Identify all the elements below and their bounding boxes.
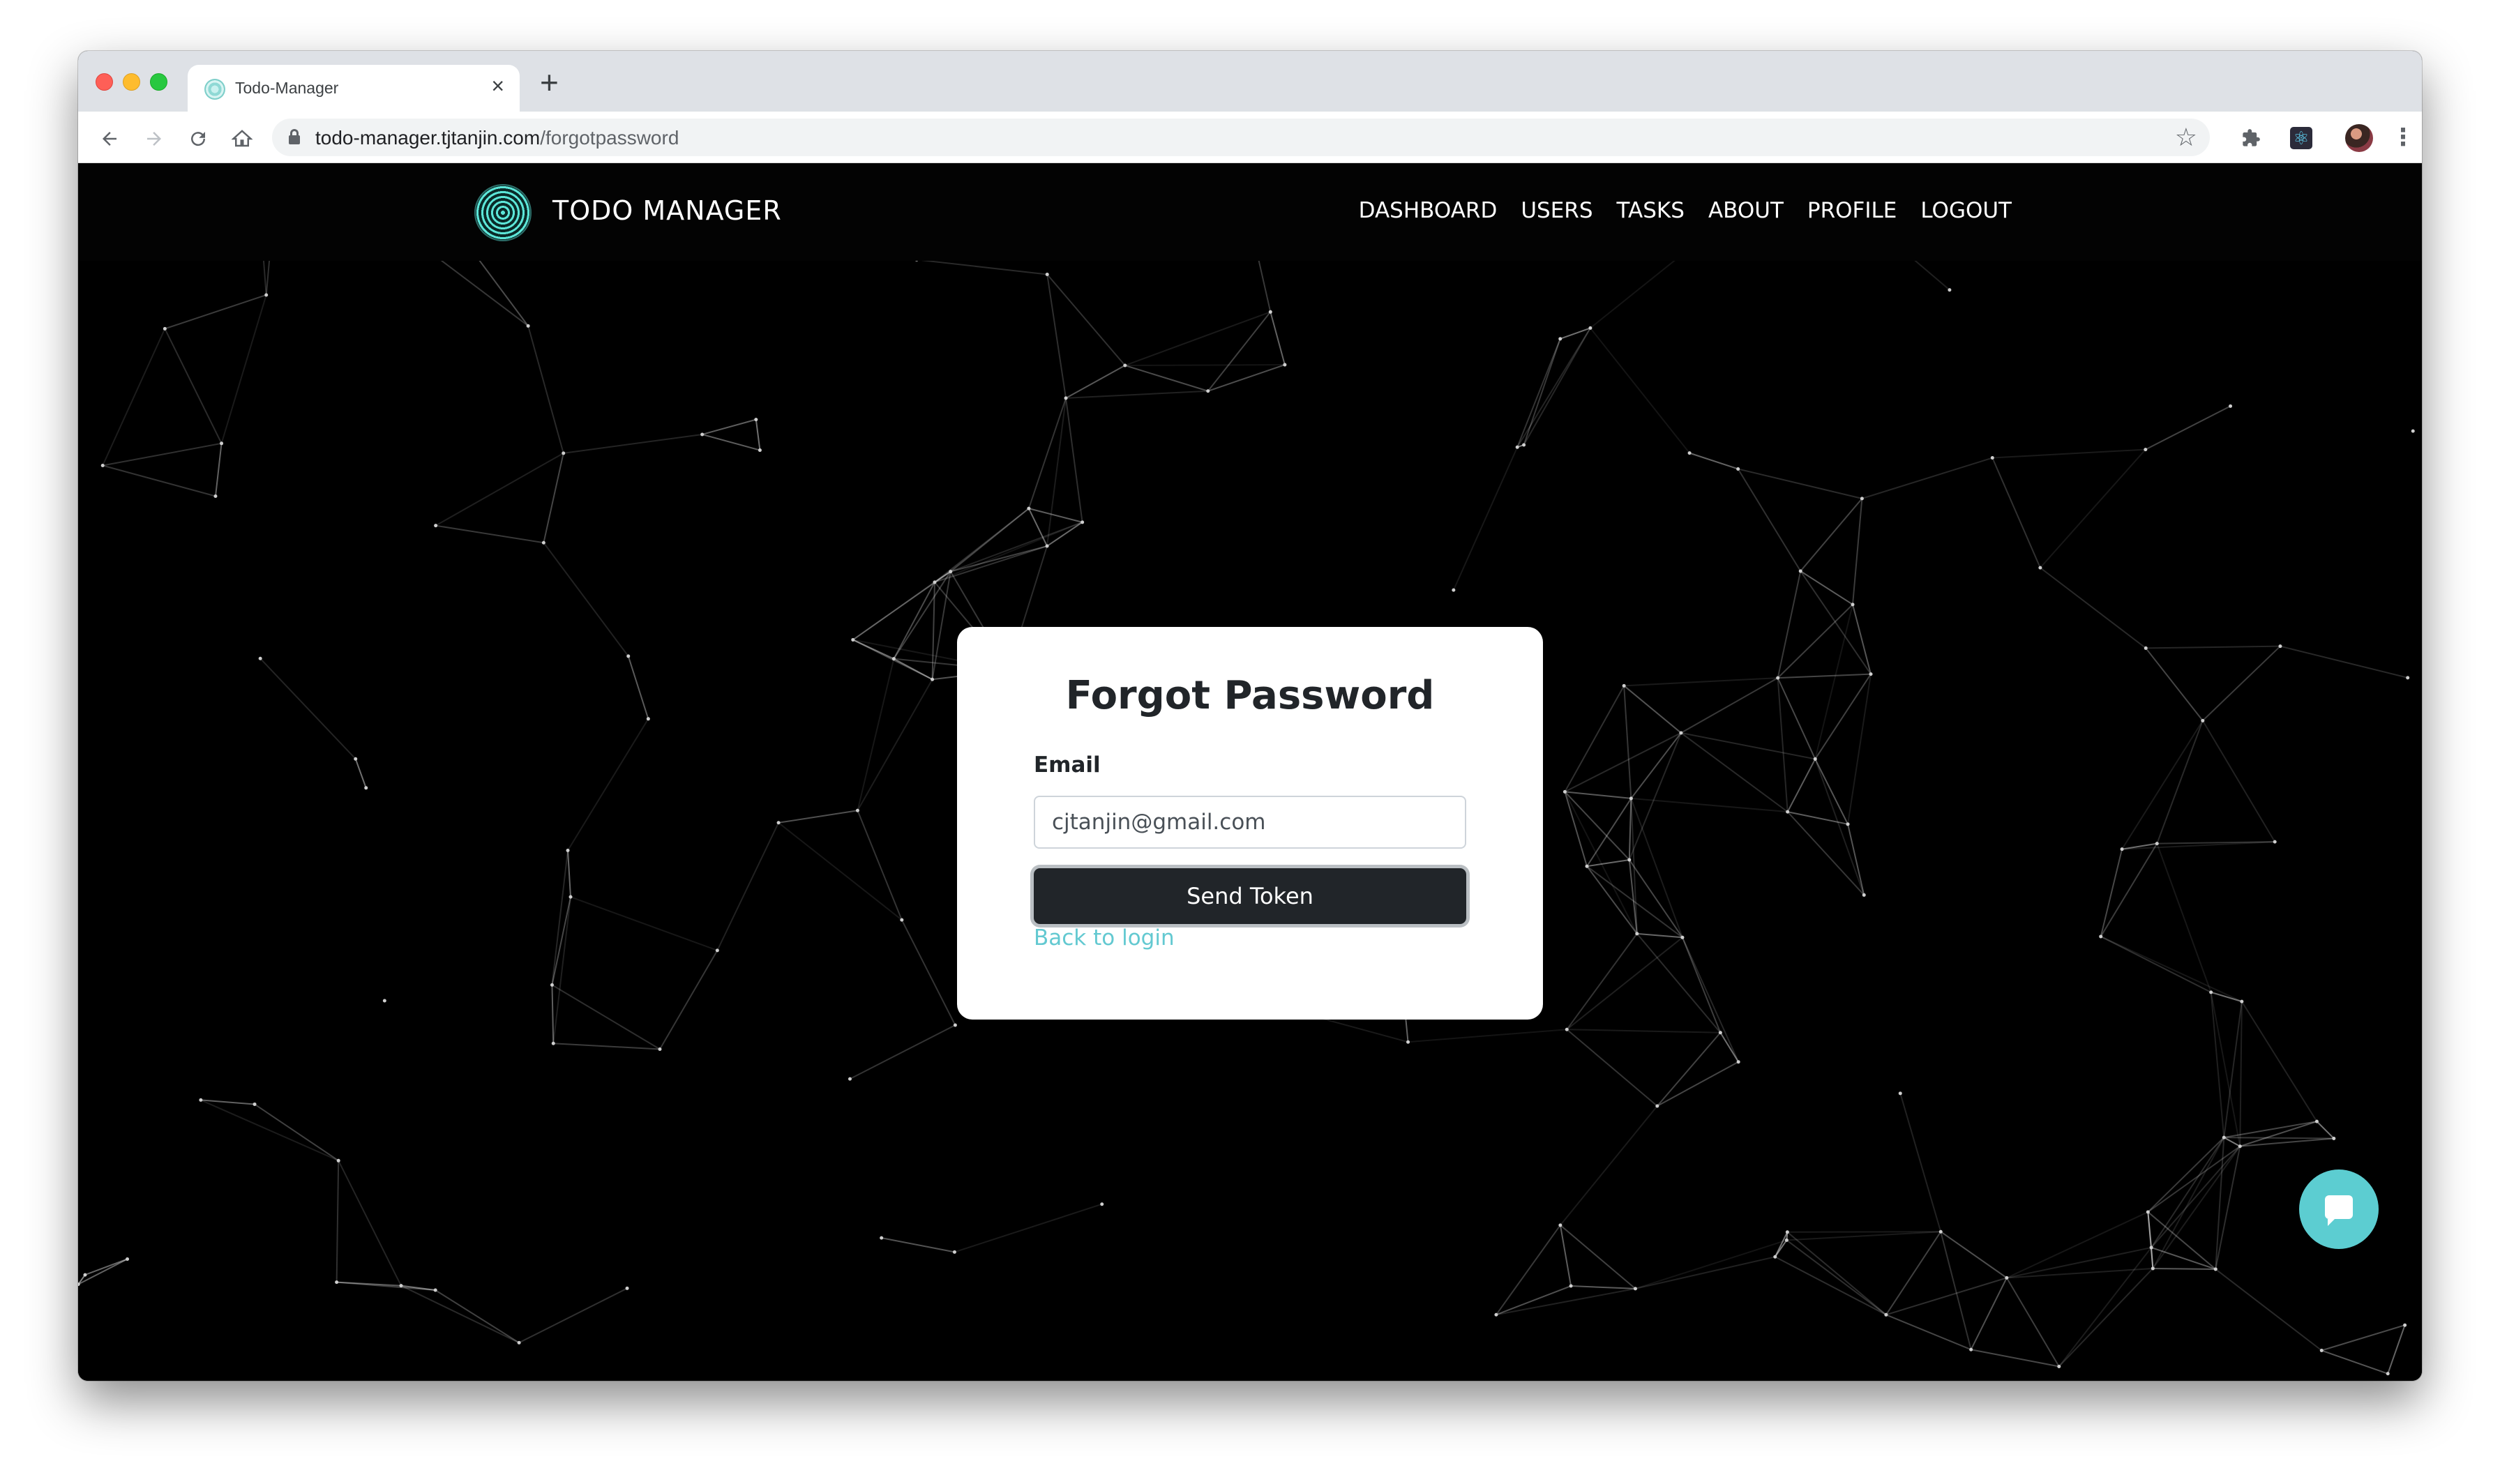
forward-icon[interactable]	[137, 120, 172, 155]
close-window-button[interactable]	[96, 73, 113, 91]
brand-logo-icon[interactable]	[474, 184, 532, 241]
new-tab-button[interactable]: +	[540, 66, 559, 98]
nav-link-profile[interactable]: PROFILE	[1807, 198, 1897, 223]
chat-button[interactable]	[2299, 1169, 2379, 1249]
maximize-window-button[interactable]	[150, 73, 167, 91]
browser-window: Todo-Manager × + todo-manager.tjtanjin.c…	[78, 51, 2422, 1381]
email-field[interactable]	[1034, 796, 1466, 849]
site-navbar: TODO MANAGER DASHBOARD USERS TASKS ABOUT…	[78, 163, 2422, 261]
avatar[interactable]	[2342, 120, 2377, 155]
kebab-menu-icon[interactable]: ⋮	[2386, 120, 2420, 155]
send-token-button[interactable]: Send Token	[1034, 868, 1466, 924]
nav-link-dashboard[interactable]: DASHBOARD	[1359, 198, 1498, 223]
browser-tab[interactable]: Todo-Manager ×	[188, 65, 520, 112]
favicon-icon	[204, 79, 225, 100]
close-tab-icon[interactable]: ×	[491, 75, 504, 97]
lock-icon	[289, 129, 300, 144]
tab-title: Todo-Manager	[235, 79, 339, 97]
react-devtools-icon[interactable]: ⚛	[2284, 120, 2319, 155]
reload-icon[interactable]	[181, 120, 216, 155]
tab-strip: Todo-Manager × +	[78, 51, 2422, 112]
forgot-password-card: Forgot Password Email Send Token Back to…	[957, 627, 1543, 1020]
star-icon[interactable]: ☆	[2175, 123, 2197, 152]
address-bar[interactable]: todo-manager.tjtanjin.com/forgotpassword…	[272, 119, 2210, 156]
back-to-login-link[interactable]: Back to login	[1034, 925, 1175, 951]
nav-links: DASHBOARD USERS TASKS ABOUT PROFILE LOGO…	[1359, 198, 2012, 223]
page-title: Forgot Password	[1065, 673, 1435, 718]
back-icon[interactable]	[92, 120, 127, 155]
minimize-window-button[interactable]	[123, 73, 140, 91]
nav-link-users[interactable]: USERS	[1521, 198, 1592, 223]
nav-link-tasks[interactable]: TASKS	[1617, 198, 1685, 223]
nav-link-logout[interactable]: LOGOUT	[1920, 198, 2012, 223]
home-icon[interactable]	[225, 120, 259, 155]
puzzle-icon[interactable]	[2234, 120, 2268, 155]
url-text: todo-manager.tjtanjin.com/forgotpassword	[315, 127, 679, 149]
brand-name[interactable]: TODO MANAGER	[552, 195, 782, 226]
page-content: TODO MANAGER DASHBOARD USERS TASKS ABOUT…	[78, 163, 2422, 1381]
email-label: Email	[1034, 752, 1101, 778]
browser-toolbar: todo-manager.tjtanjin.com/forgotpassword…	[78, 112, 2422, 163]
chat-icon	[2325, 1195, 2353, 1226]
nav-link-about[interactable]: ABOUT	[1708, 198, 1784, 223]
